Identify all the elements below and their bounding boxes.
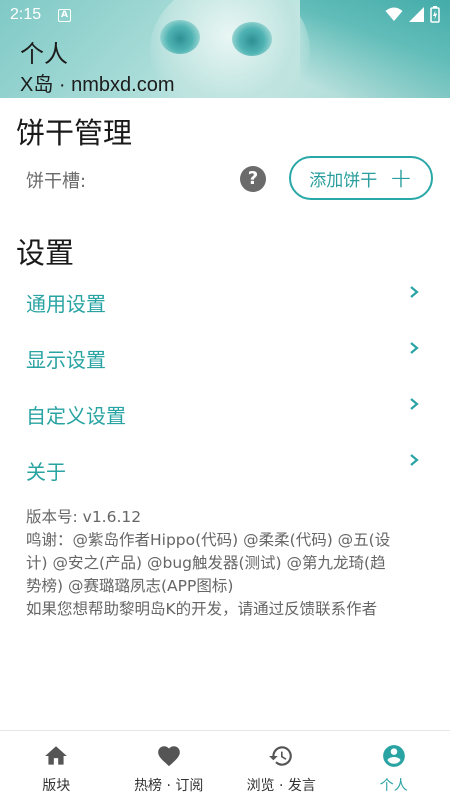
notification-icon: A xyxy=(58,9,71,22)
chevron-right-icon xyxy=(408,454,420,466)
app-info: 版本号: v1.6.12 鸣谢：@紫岛作者Hippo(代码) @柔柔(代码) @… xyxy=(26,506,426,621)
battery-icon xyxy=(430,6,440,23)
nav-label: 浏览 · 发言 xyxy=(225,775,338,795)
nav-label: 个人 xyxy=(338,775,450,795)
help-icon[interactable]: ? xyxy=(240,166,266,192)
nav-label: 版块 xyxy=(0,775,113,795)
thanks-line: 鸣谢：@紫岛作者Hippo(代码) @柔柔(代码) @五(设 xyxy=(26,529,426,552)
site-subtitle: X岛 · nmbxd.com xyxy=(20,68,174,97)
home-icon xyxy=(43,743,69,769)
nav-label: 热榜 · 订阅 xyxy=(113,775,226,795)
settings-item-custom[interactable]: 自定义设置 xyxy=(0,388,450,438)
version-text: 版本号: v1.6.12 xyxy=(26,506,426,529)
cookie-section-title: 饼干管理 xyxy=(16,110,132,152)
nav-item-history[interactable]: 浏览 · 发言 xyxy=(225,731,338,801)
contribute-text: 如果您想帮助黎明岛K的开发，请通过反馈联系作者 xyxy=(26,598,426,621)
thanks-line: 计) @安之(产品) @bug触发器(测试) @第九龙琦(趋 xyxy=(26,552,426,575)
status-icons xyxy=(385,6,440,23)
settings-item-general[interactable]: 通用设置 xyxy=(0,276,450,326)
nav-item-boards[interactable]: 版块 xyxy=(0,731,113,801)
account-circle-icon xyxy=(381,743,407,769)
settings-item-about[interactable]: 关于 xyxy=(0,444,450,494)
chevron-right-icon xyxy=(408,398,420,410)
wifi-icon xyxy=(385,7,403,22)
add-cookie-label: 添加饼干 xyxy=(309,166,377,191)
settings-item-label: 显示设置 xyxy=(26,344,106,373)
settings-item-label: 关于 xyxy=(26,456,66,485)
plus-icon: + xyxy=(389,168,412,188)
chevron-right-icon xyxy=(408,286,420,298)
status-bar: 2:15 A xyxy=(0,0,450,30)
history-icon xyxy=(268,743,294,769)
status-time: 2:15 xyxy=(10,6,41,24)
nav-item-trending[interactable]: 热榜 · 订阅 xyxy=(113,731,226,801)
settings-item-label: 自定义设置 xyxy=(26,400,126,429)
add-cookie-button[interactable]: 添加饼干 + xyxy=(289,156,433,200)
settings-item-label: 通用设置 xyxy=(26,288,106,317)
signal-icon xyxy=(409,7,424,22)
nav-item-profile[interactable]: 个人 xyxy=(338,731,450,801)
settings-item-display[interactable]: 显示设置 xyxy=(0,332,450,382)
thanks-line: 势榜) @赛璐璐夙志(APP图标) xyxy=(26,575,426,598)
settings-section-title: 设置 xyxy=(16,230,74,272)
heart-icon xyxy=(156,743,182,769)
cookie-slot-label: 饼干槽: xyxy=(26,167,86,193)
chevron-right-icon xyxy=(408,342,420,354)
page-title: 个人 xyxy=(20,34,68,69)
bottom-navigation: 版块 热榜 · 订阅 浏览 · 发言 个人 xyxy=(0,730,450,801)
